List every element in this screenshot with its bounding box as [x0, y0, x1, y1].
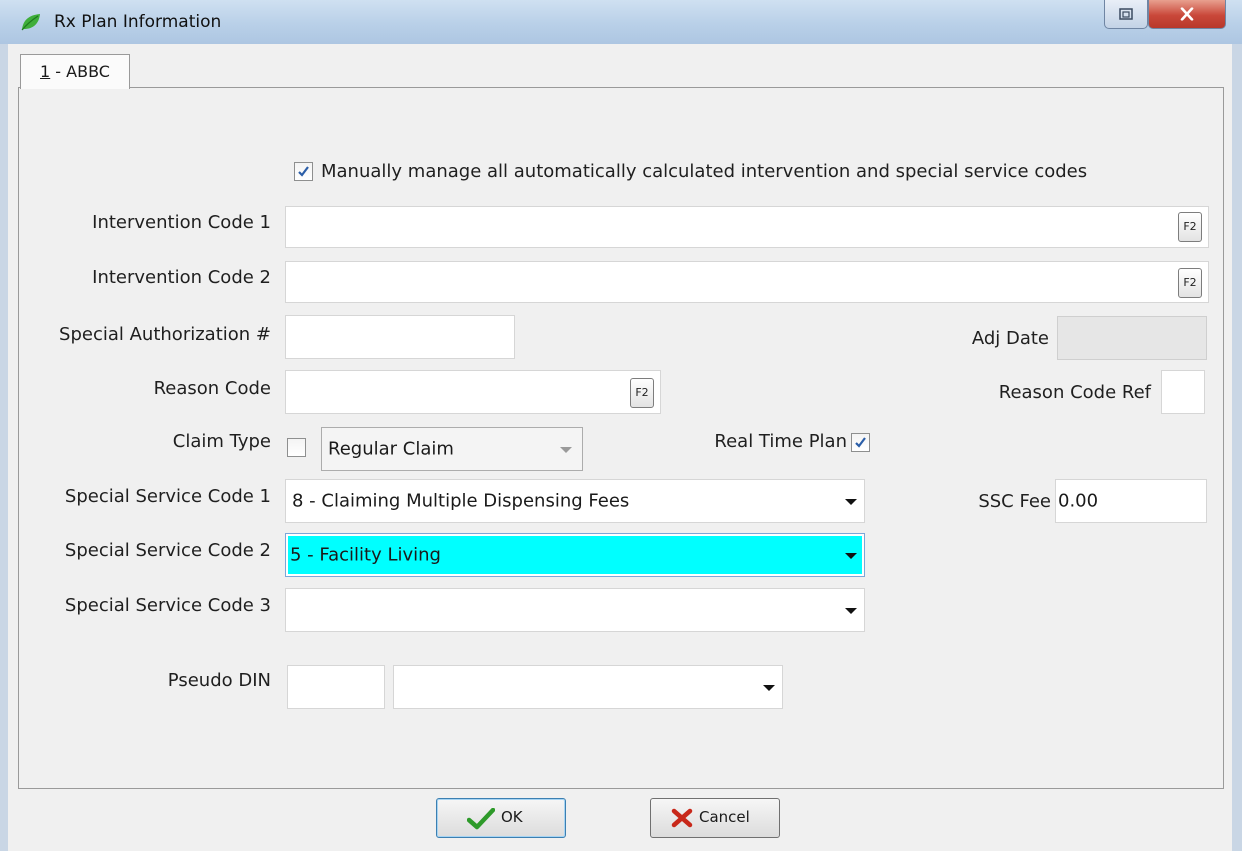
- client-area: 1 - ABBC Manually manage all automatical…: [8, 44, 1232, 851]
- cancel-label: Cancel: [699, 808, 750, 826]
- special-authorization-input[interactable]: [285, 315, 515, 359]
- claim-type-select[interactable]: Regular Claim: [321, 427, 583, 471]
- intervention-code-1-lookup-button[interactable]: F2: [1178, 212, 1202, 242]
- ssc1-select[interactable]: 8 - Claiming Multiple Dispensing Fees: [285, 479, 865, 523]
- window-title: Rx Plan Information: [54, 12, 222, 32]
- window-frame-left: [0, 44, 8, 851]
- cancel-button[interactable]: Cancel: [650, 798, 780, 838]
- ssc2-select[interactable]: 5 - Facility Living: [285, 533, 865, 577]
- real-time-plan-label: Real Time Plan: [714, 431, 847, 452]
- manual-manage-checkbox[interactable]: [294, 162, 313, 181]
- adj-date-input[interactable]: [1057, 316, 1207, 360]
- ssc3-label: Special Service Code 3: [64, 595, 271, 616]
- checkmark-icon: [298, 166, 309, 177]
- reason-code-label: Reason Code: [153, 378, 271, 399]
- checkmark-icon: [467, 808, 495, 830]
- ssc1-selected: 8 - Claiming Multiple Dispensing Fees: [292, 490, 630, 512]
- tab-mnemonic: 1: [40, 62, 51, 81]
- reason-code-ref-input[interactable]: [1161, 370, 1205, 414]
- special-authorization-label: Special Authorization #: [59, 324, 271, 345]
- title-bar[interactable]: Rx Plan Information: [0, 0, 1242, 45]
- pseudo-din-code-input[interactable]: [287, 665, 385, 709]
- window-frame-right: [1232, 44, 1242, 851]
- ssc2-label: Special Service Code 2: [64, 540, 271, 561]
- ssc-fee-value: 0.00: [1058, 490, 1099, 512]
- ok-label: OK: [501, 808, 523, 826]
- cancel-x-icon: [671, 808, 693, 828]
- intervention-code-2-input[interactable]: [285, 261, 1209, 303]
- close-button[interactable]: [1148, 0, 1226, 29]
- chevron-down-icon: [845, 553, 857, 559]
- intervention-code-2-lookup-button[interactable]: F2: [1178, 268, 1202, 298]
- chevron-down-icon: [845, 608, 857, 614]
- leaf-icon: [21, 14, 40, 31]
- tab-label: - ABBC: [50, 62, 110, 81]
- ssc2-selected: 5 - Facility Living: [290, 544, 441, 566]
- intervention-code-1-label: Intervention Code 1: [92, 212, 271, 233]
- pseudo-din-select[interactable]: [393, 665, 783, 709]
- reason-code-lookup-button[interactable]: F2: [630, 378, 654, 408]
- restore-icon: [1119, 8, 1133, 20]
- restore-button[interactable]: [1104, 0, 1148, 29]
- tab-abbc[interactable]: 1 - ABBC: [20, 54, 130, 89]
- rx-plan-window: Rx Plan Information 1 - ABBC Manually ma…: [0, 0, 1242, 851]
- reason-code-input[interactable]: [285, 370, 661, 414]
- tab-panel: Manually manage all automatically calcul…: [18, 87, 1224, 789]
- checkmark-icon: [855, 437, 866, 448]
- claim-type-checkbox[interactable]: [287, 438, 306, 457]
- ssc3-select[interactable]: [285, 588, 865, 632]
- chevron-down-icon: [763, 685, 775, 691]
- claim-type-label: Claim Type: [172, 431, 271, 452]
- intervention-code-2-label: Intervention Code 2: [92, 267, 271, 288]
- reason-code-ref-label: Reason Code Ref: [998, 382, 1151, 403]
- ssc-fee-label: SSC Fee: [978, 491, 1051, 512]
- pseudo-din-label: Pseudo DIN: [167, 670, 271, 691]
- chevron-down-icon: [560, 447, 572, 453]
- close-icon: [1180, 7, 1194, 21]
- ssc1-label: Special Service Code 1: [64, 486, 271, 507]
- manual-manage-label: Manually manage all automatically calcul…: [321, 161, 1088, 182]
- ssc-fee-input[interactable]: 0.00: [1055, 479, 1207, 523]
- real-time-plan-checkbox[interactable]: [851, 433, 870, 452]
- ok-button[interactable]: OK: [436, 798, 566, 838]
- intervention-code-1-input[interactable]: [285, 206, 1209, 248]
- adj-date-label: Adj Date: [971, 328, 1049, 349]
- claim-type-selected: Regular Claim: [328, 438, 454, 460]
